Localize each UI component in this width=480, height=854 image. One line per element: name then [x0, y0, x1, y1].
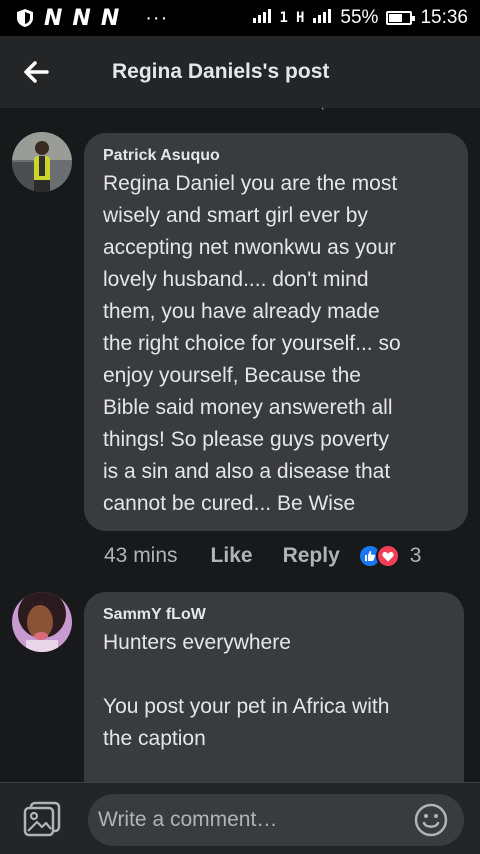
page-title: Regina Daniels's post	[112, 60, 330, 83]
battery-level	[389, 14, 402, 22]
battery-percent: 55%	[340, 7, 379, 28]
signal-sim1-icon	[252, 8, 272, 28]
emoji-icon	[414, 803, 448, 837]
post-header: Regina Daniels's post	[0, 36, 480, 108]
status-bar: N N N ··· 1 H 55% 15:36	[0, 0, 480, 36]
comment-author[interactable]: SammY fLoW	[103, 606, 446, 624]
comment-text: Regina Daniel you are the most wisely an…	[103, 172, 401, 515]
carrier-2: N	[72, 5, 91, 31]
carrier-3: N	[100, 5, 120, 31]
avatar[interactable]	[12, 132, 72, 192]
reply-button[interactable]: Reply	[283, 544, 340, 568]
comment-actions: 43 mins Like Reply 3	[104, 544, 421, 568]
signal-sim2-icon	[312, 8, 332, 28]
sim1-label: 1	[279, 10, 288, 26]
photo-icon	[23, 801, 61, 836]
comment-bubble[interactable]: Patrick Asuquo Regina Daniel you are the…	[84, 133, 468, 531]
shield-icon	[17, 9, 33, 27]
clock: 15:36	[420, 7, 468, 28]
partial-previous-comment: ·	[320, 100, 326, 117]
arrow-left-icon	[24, 61, 49, 83]
add-photo-button[interactable]	[0, 783, 84, 854]
avatar[interactable]	[12, 592, 72, 652]
like-button[interactable]: Like	[211, 544, 253, 568]
comment-composer	[0, 782, 480, 854]
carrier-1: N	[44, 5, 63, 31]
comment-bubble[interactable]: SammY fLoW Hunters everywhere You post y…	[84, 592, 464, 802]
emoji-button[interactable]	[414, 803, 448, 837]
reaction-count: 3	[409, 544, 422, 567]
comment-item: SammY fLoW Hunters everywhere You post y…	[0, 592, 480, 802]
comment-author[interactable]: Patrick Asuquo	[103, 147, 450, 165]
comment-item: Patrick Asuquo Regina Daniel you are the…	[0, 132, 480, 582]
comment-text: Hunters everywhere You post your pet in …	[103, 631, 390, 750]
reactions-summary[interactable]: 3	[357, 544, 422, 568]
love-reaction-icon	[375, 544, 400, 568]
back-button[interactable]	[0, 36, 72, 108]
sim2-label: H	[295, 10, 305, 26]
more-notifications: ···	[145, 6, 169, 29]
battery-icon	[386, 11, 416, 25]
comment-timestamp: 43 mins	[104, 544, 178, 567]
comment-input[interactable]	[88, 794, 464, 846]
